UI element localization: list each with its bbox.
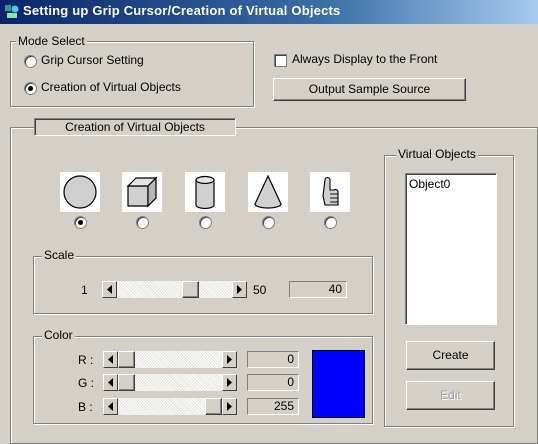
- scale-right-arrow[interactable]: [232, 281, 247, 298]
- edit-button[interactable]: Edit: [406, 381, 495, 410]
- window-title: Setting up Grip Cursor/Creation of Virtu…: [23, 3, 341, 18]
- blue-left-arrow[interactable]: [103, 398, 118, 415]
- red-slider-thumb[interactable]: [118, 351, 135, 368]
- blue-value-field: 255: [247, 398, 299, 415]
- scale-left-arrow[interactable]: [102, 281, 117, 298]
- list-item[interactable]: Object0: [409, 177, 450, 191]
- grip-cursor-setting-label[interactable]: Grip Cursor Setting: [41, 53, 144, 67]
- output-sample-source-button[interactable]: Output Sample Source: [273, 78, 466, 101]
- cylinder-icon[interactable]: [185, 172, 225, 212]
- radio-hand[interactable]: [324, 216, 337, 229]
- scale-slider[interactable]: [102, 281, 247, 298]
- scale-max-label: 50: [253, 283, 267, 297]
- cube-icon[interactable]: [122, 172, 162, 212]
- radio-grip-cursor-setting[interactable]: [24, 55, 37, 68]
- green-value-field: 0: [247, 374, 299, 391]
- virtual-objects-list[interactable]: Object0: [405, 173, 497, 325]
- always-front-checkbox[interactable]: [274, 54, 287, 67]
- mode-select-group: [10, 41, 254, 107]
- radio-sphere[interactable]: [74, 216, 87, 229]
- green-right-arrow[interactable]: [222, 374, 237, 391]
- always-front-label[interactable]: Always Display to the Front: [292, 52, 437, 66]
- green-slider-thumb[interactable]: [118, 374, 135, 391]
- cone-icon[interactable]: [248, 172, 288, 212]
- tab-creation-of-virtual-objects[interactable]: Creation of Virtual Objects: [34, 118, 236, 136]
- creation-of-virtual-objects-label[interactable]: Creation of Virtual Objects: [41, 80, 181, 94]
- red-right-arrow[interactable]: [222, 351, 237, 368]
- green-label: G :: [78, 376, 95, 390]
- virtual-objects-legend: Virtual Objects: [396, 147, 478, 161]
- radio-cube[interactable]: [136, 216, 149, 229]
- dialog-window: Setting up Grip Cursor/Creation of Virtu…: [0, 0, 538, 444]
- radio-cylinder[interactable]: [199, 216, 212, 229]
- sphere-icon[interactable]: [60, 172, 100, 212]
- red-label: R :: [78, 353, 94, 367]
- app-icon: [4, 4, 20, 20]
- scale-min-label: 1: [81, 283, 88, 297]
- scale-legend: Scale: [42, 248, 77, 262]
- mode-select-legend: Mode Select: [16, 34, 87, 48]
- green-left-arrow[interactable]: [103, 374, 118, 391]
- title-bar[interactable]: Setting up Grip Cursor/Creation of Virtu…: [0, 0, 538, 24]
- radio-cone[interactable]: [262, 216, 275, 229]
- blue-slider-thumb[interactable]: [205, 398, 222, 415]
- blue-label: B :: [78, 400, 93, 414]
- radio-creation-of-virtual-objects[interactable]: [24, 82, 37, 95]
- blue-right-arrow[interactable]: [222, 398, 237, 415]
- scale-slider-thumb[interactable]: [182, 281, 199, 298]
- color-legend: Color: [42, 328, 75, 342]
- color-preview-swatch: [312, 350, 365, 418]
- create-button[interactable]: Create: [406, 341, 495, 370]
- scale-value-field: 40: [289, 281, 347, 298]
- red-value-field: 0: [247, 351, 299, 368]
- hand-icon[interactable]: [310, 172, 350, 212]
- red-left-arrow[interactable]: [103, 351, 118, 368]
